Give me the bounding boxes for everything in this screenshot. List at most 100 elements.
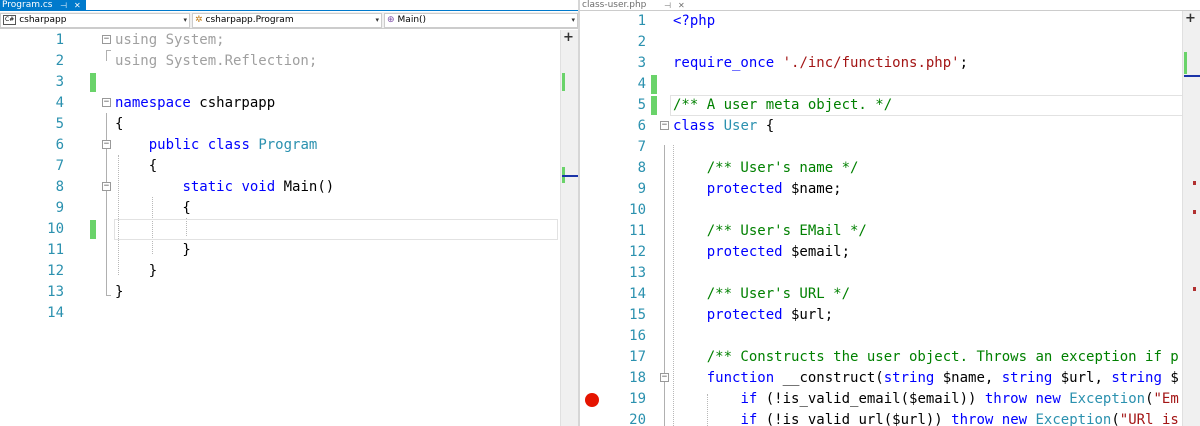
close-icon[interactable]: ✕ (74, 0, 81, 11)
code-line[interactable]: 11 } (0, 240, 578, 261)
code-line[interactable]: 9 protected $name; (580, 179, 1200, 200)
code-line[interactable]: 12 protected $email; (580, 242, 1200, 263)
change-indicator (90, 73, 96, 92)
code-line[interactable]: 7 (580, 137, 1200, 158)
line-number: 10 (629, 202, 646, 218)
tab-class-user-php[interactable]: class-user.php ⊣ ✕ (580, 0, 710, 11)
collapse-toggle-icon[interactable]: − (660, 373, 669, 382)
code-line[interactable]: 14 (0, 303, 578, 324)
line-number: 14 (47, 305, 64, 321)
right-editor-pane: class-user.php ⊣ ✕ 1 <?php 2 3 require_once … (580, 0, 1200, 426)
split-editor-button[interactable]: + (1184, 12, 1197, 25)
code-line[interactable]: 4 − namespace csharpapp (0, 93, 578, 114)
code-line[interactable]: 18− function __construct(string $name, s… (580, 368, 1200, 389)
line-number: 9 (637, 181, 646, 197)
code-line[interactable]: 20 if (!is_valid_url($url)) throw new Ex… (580, 410, 1200, 426)
code-line[interactable]: 2 using System.Reflection; (0, 51, 578, 72)
code-line[interactable]: 5 /** A user meta object. */ (580, 95, 1200, 116)
code-line[interactable]: 4 (580, 74, 1200, 95)
code-token: Exception (1069, 391, 1146, 407)
collapse-toggle-icon[interactable]: − (102, 182, 111, 191)
vertical-scrollbar[interactable] (560, 30, 578, 426)
caret-position-marker (562, 175, 578, 177)
code-line[interactable]: 2 (580, 32, 1200, 53)
code-editor[interactable]: 1 <?php 2 3 require_once './inc/functions.ph… (580, 11, 1200, 426)
code-line[interactable]: 8 − static void Main() (0, 177, 578, 198)
code-line[interactable]: 7 { (0, 156, 578, 177)
code-text: } (115, 261, 157, 282)
class-dropdown[interactable]: ✲ csharpapp.Program ▾ (192, 13, 382, 28)
code-line[interactable]: 14 /** User's URL */ (580, 284, 1200, 305)
code-line[interactable]: 16 (580, 326, 1200, 347)
code-token: $ (1161, 370, 1179, 386)
code-token: <?php (673, 13, 716, 29)
collapse-toggle-icon[interactable]: − (660, 121, 669, 130)
code-token: /** A user meta object. */ (673, 97, 893, 113)
pin-icon[interactable]: ⊣ (60, 0, 67, 11)
tab-title: class-user.php (582, 0, 647, 10)
collapse-toggle-icon[interactable]: − (102, 140, 111, 149)
code-text: public class Program (115, 135, 318, 156)
change-indicator (651, 96, 657, 115)
code-token: } (115, 242, 191, 258)
collapse-toggle-icon[interactable]: − (102, 98, 111, 107)
tab-program-cs[interactable]: Program.cs ⊣ ✕ (0, 0, 86, 11)
code-line[interactable]: 3 require_once './inc/functions.php'; (580, 53, 1200, 74)
code-token: } (115, 284, 124, 300)
code-text: /** User's name */ (673, 158, 859, 179)
code-line[interactable]: 10 (0, 219, 578, 240)
line-number: 4 (55, 95, 64, 111)
code-line[interactable]: 17 /** Constructs the user object. Throw… (580, 347, 1200, 368)
code-token: if (740, 412, 758, 426)
code-line[interactable]: 5{ (0, 114, 578, 135)
line-number: 16 (629, 328, 646, 344)
code-token: './inc/functions.php' (782, 55, 960, 71)
code-line[interactable]: 19 if (!is_valid_email($email)) throw ne… (580, 389, 1200, 410)
line-number: 8 (637, 160, 646, 176)
code-line[interactable]: 12 } (0, 261, 578, 282)
code-token: throw (984, 391, 1028, 407)
code-line[interactable]: 6 − class User { (580, 116, 1200, 137)
line-number: 3 (637, 55, 646, 71)
code-line[interactable]: 1 <?php (580, 11, 1200, 32)
pin-icon[interactable]: ⊣ (664, 0, 671, 11)
line-number: 5 (637, 97, 646, 113)
code-line[interactable]: 9 { (0, 198, 578, 219)
navigation-bar: C# csharpapp ▾ ✲ csharpapp.Program ▾ ⊕ Main… (0, 12, 578, 29)
split-editor-button[interactable]: + (562, 31, 575, 44)
line-number: 13 (629, 265, 646, 281)
code-token: protected (706, 244, 783, 260)
code-token: ( (1145, 391, 1154, 407)
code-token: Main() (275, 179, 335, 195)
code-text: /** User's URL */ (673, 284, 850, 305)
tab-title: Program.cs (2, 0, 53, 10)
breakpoint-icon[interactable] (585, 393, 599, 407)
code-text: protected $email; (673, 242, 850, 263)
code-line[interactable]: 1 − using System; (0, 30, 578, 51)
code-token: ; (959, 55, 969, 71)
code-text: { (115, 114, 123, 135)
code-line[interactable]: 6 − public class Program (0, 135, 578, 156)
code-line[interactable]: 15 protected $url; (580, 305, 1200, 326)
code-editor[interactable]: 1− using System; 2 using System.Reflection;… (0, 30, 578, 426)
code-line[interactable]: 10 (580, 200, 1200, 221)
close-icon[interactable]: ✕ (678, 0, 685, 11)
code-line[interactable]: 3 (0, 72, 578, 93)
code-line[interactable]: 13} (0, 282, 578, 303)
code-line[interactable]: 8 /** User's name */ (580, 158, 1200, 179)
project-dropdown[interactable]: C# csharpapp ▾ (0, 13, 190, 28)
member-dropdown[interactable]: ⊕ Main() ▾ (384, 13, 578, 28)
code-line[interactable]: 11 /** User's EMail */ (580, 221, 1200, 242)
vertical-scrollbar[interactable] (1182, 11, 1200, 426)
code-text: { (115, 156, 157, 177)
collapse-toggle-icon[interactable]: − (102, 35, 111, 44)
code-line[interactable]: 13 (580, 263, 1200, 284)
code-text: static void Main() (115, 177, 334, 198)
